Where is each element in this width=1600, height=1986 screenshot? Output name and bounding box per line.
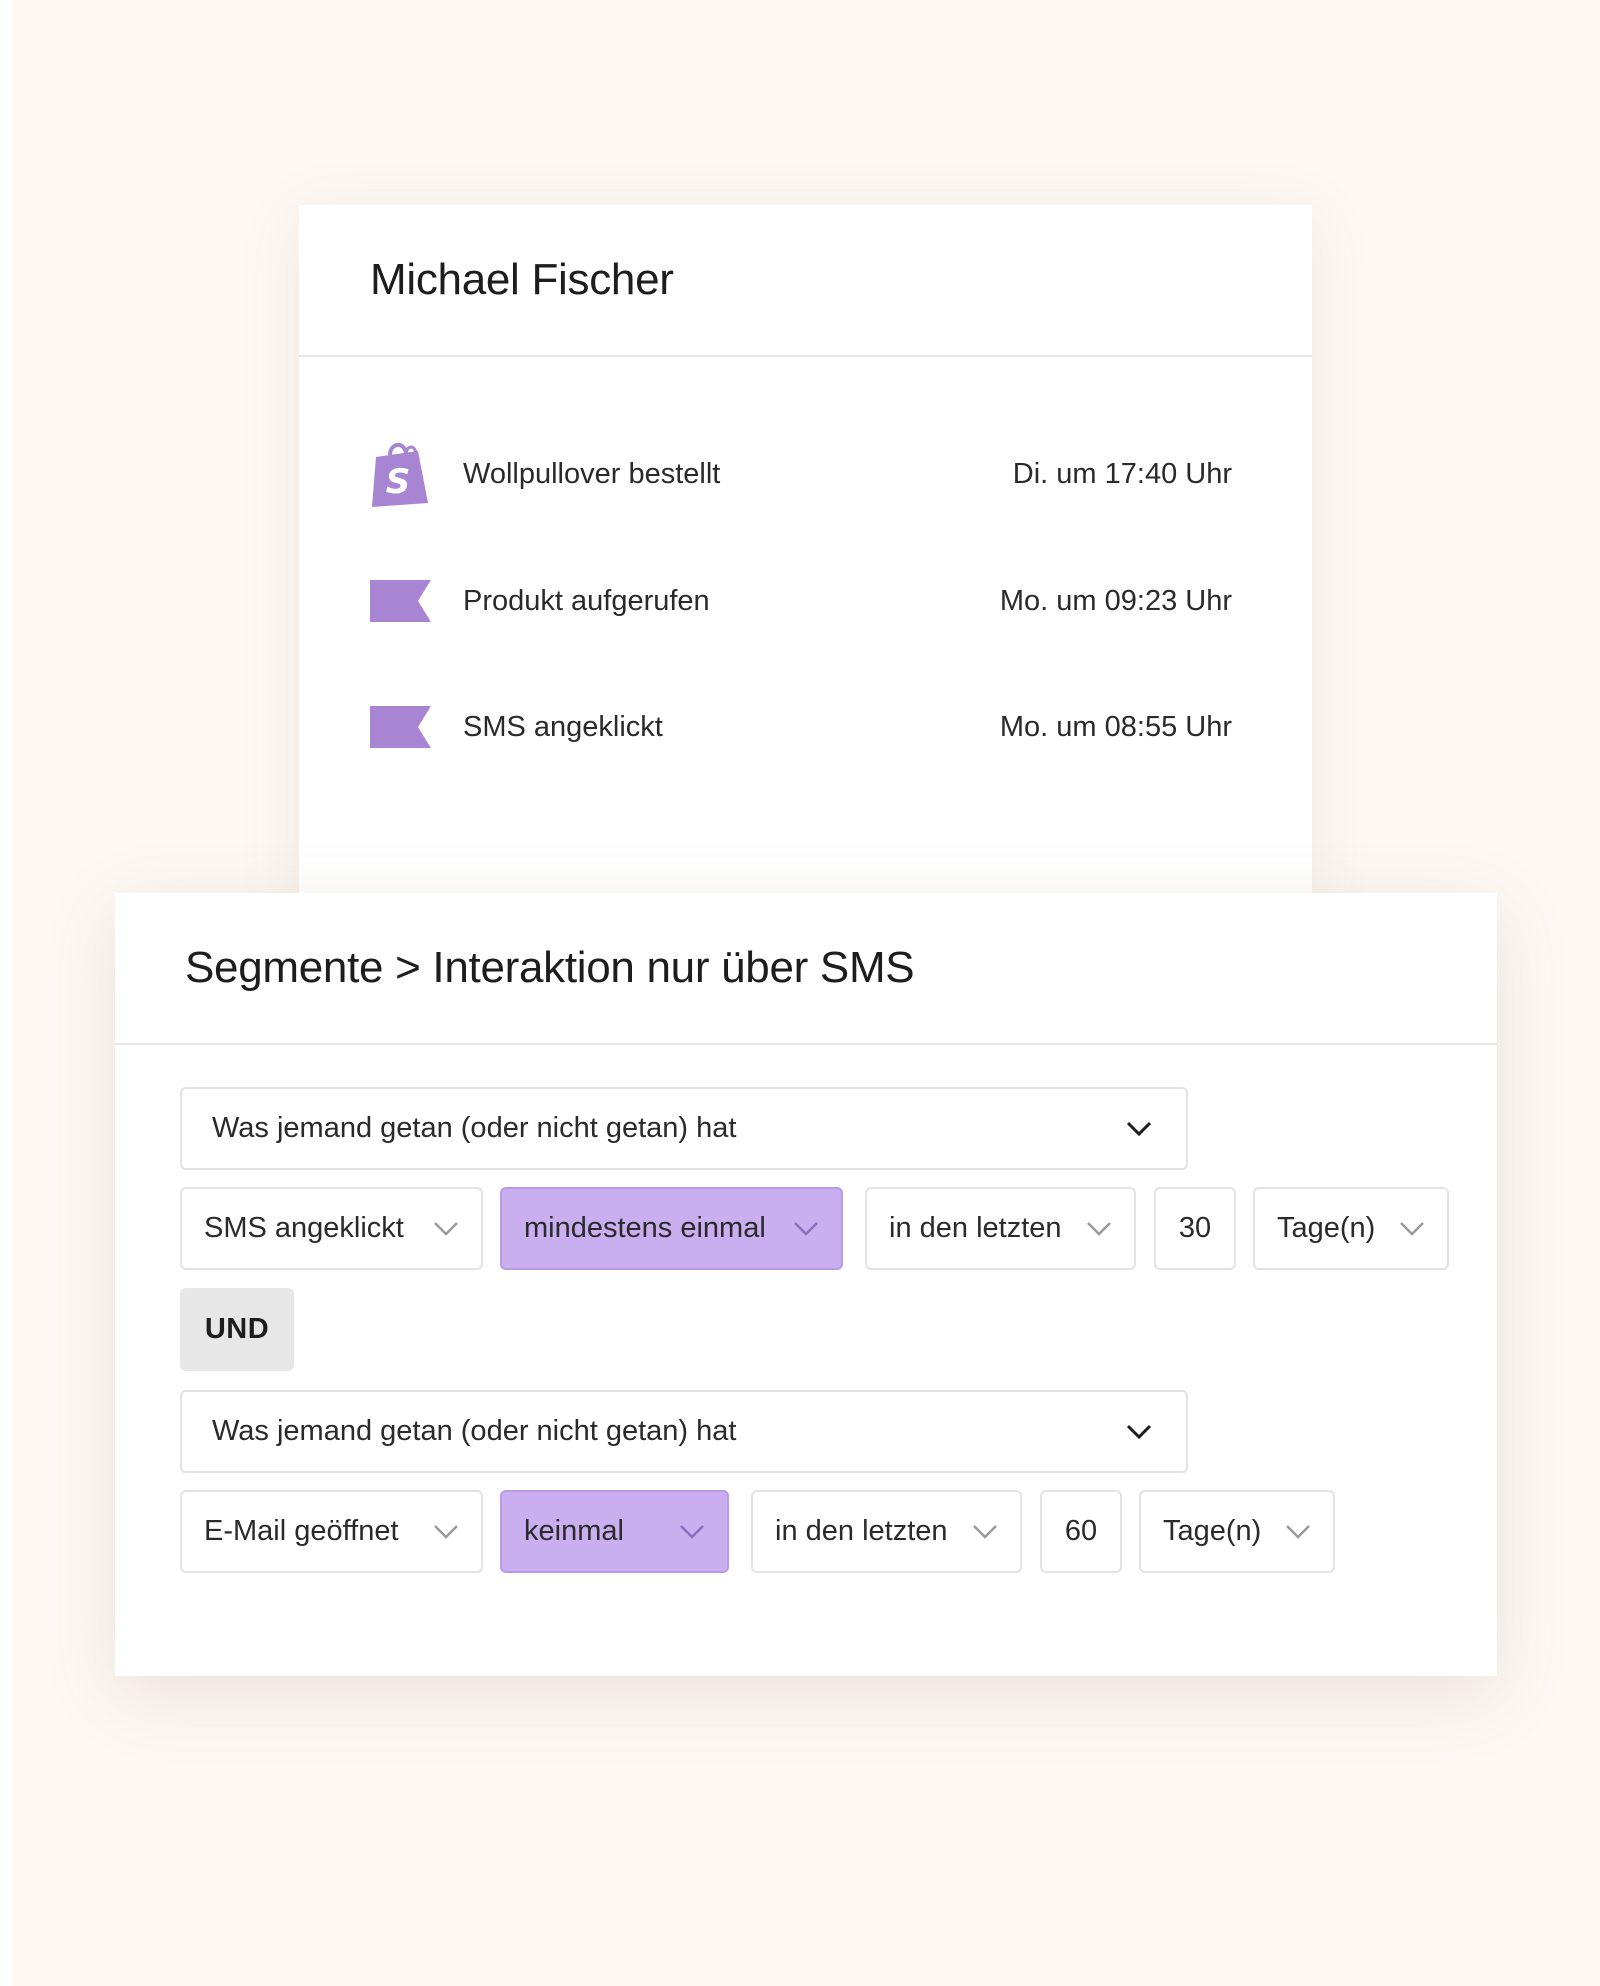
svg-text:S: S [386,462,411,502]
und-connector-button[interactable]: UND [180,1288,294,1371]
activity-time: Mo. um 08:55 Uhr [999,710,1232,743]
shopify-bag-icon: S [370,439,431,509]
chevron-down-icon [1286,1524,1310,1539]
unit-dropdown[interactable]: Tage(n) [1253,1187,1449,1270]
profile-card: Michael Fischer S Wollpullover bestellt … [299,205,1312,905]
event-dropdown[interactable]: SMS angeklickt [180,1187,483,1270]
chevron-down-icon [1126,1424,1152,1439]
amount-input[interactable]: 30 [1154,1187,1236,1270]
activity-row[interactable]: SMS angeklickt Mo. um 08:55 Uhr [370,692,1232,762]
frequency-value: mindestens einmal [524,1212,766,1244]
chevron-down-icon [973,1524,997,1539]
condition-type-value: Was jemand getan (oder nicht getan) hat [212,1112,737,1144]
event-value: E-Mail geöffnet [204,1515,399,1547]
event-value: SMS angeklickt [204,1212,404,1244]
condition-type-value: Was jemand getan (oder nicht getan) hat [212,1415,737,1447]
activity-row[interactable]: S Wollpullover bestellt Di. um 17:40 Uhr [370,439,1232,509]
activity-label: Produkt aufgerufen [463,584,710,617]
chevron-down-icon [1126,1121,1152,1136]
chevron-down-icon [1087,1221,1111,1236]
chevron-down-icon [434,1221,458,1236]
chevron-down-icon [680,1524,704,1539]
segment-header: Segmente > Interaktion nur über SMS [115,893,1497,1045]
frequency-dropdown[interactable]: mindestens einmal [500,1187,843,1270]
flag-icon [370,566,431,636]
activity-time: Mo. um 09:23 Uhr [999,584,1232,617]
unit-value: Tage(n) [1163,1515,1262,1547]
activity-row[interactable]: Produkt aufgerufen Mo. um 09:23 Uhr [370,566,1232,636]
chevron-down-icon [434,1524,458,1539]
timeframe-value: in den letzten [775,1515,948,1547]
timeframe-value: in den letzten [889,1212,1062,1244]
condition-type-dropdown[interactable]: Was jemand getan (oder nicht getan) hat [180,1390,1188,1473]
activity-label: SMS angeklickt [463,710,663,743]
segment-card: Segmente > Interaktion nur über SMS Was … [115,893,1497,1676]
flag-icon [370,692,431,762]
profile-header: Michael Fischer [299,205,1312,357]
frequency-value: keinmal [524,1515,624,1547]
event-dropdown[interactable]: E-Mail geöffnet [180,1490,483,1573]
chevron-down-icon [794,1221,818,1236]
timeframe-dropdown[interactable]: in den letzten [751,1490,1022,1573]
condition-type-dropdown[interactable]: Was jemand getan (oder nicht getan) hat [180,1087,1188,1170]
unit-value: Tage(n) [1277,1212,1376,1244]
amount-value: 60 [1064,1515,1098,1547]
activity-time: Di. um 17:40 Uhr [1012,457,1232,490]
unit-dropdown[interactable]: Tage(n) [1139,1490,1335,1573]
profile-name: Michael Fischer [370,255,674,304]
activity-label: Wollpullover bestellt [463,457,721,490]
timeframe-dropdown[interactable]: in den letzten [865,1187,1136,1270]
amount-input[interactable]: 60 [1040,1490,1122,1573]
amount-value: 30 [1178,1212,1212,1244]
breadcrumb[interactable]: Segmente > Interaktion nur über SMS [185,943,915,993]
frequency-dropdown[interactable]: keinmal [500,1490,729,1573]
chevron-down-icon [1400,1221,1424,1236]
